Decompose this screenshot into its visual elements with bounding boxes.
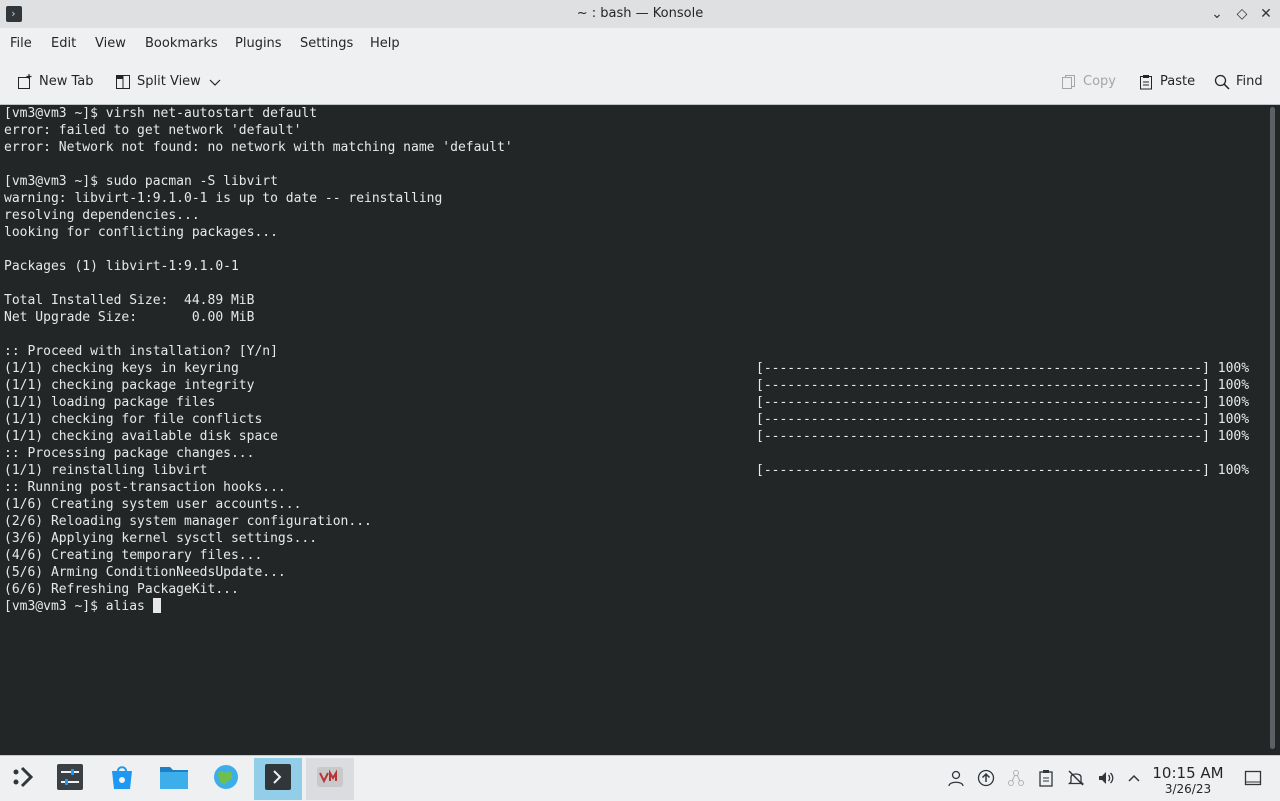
volume-icon[interactable] [1096, 768, 1116, 788]
show-desktop-icon[interactable] [1243, 768, 1263, 788]
close-button[interactable]: ✕ [1256, 4, 1276, 24]
progress-bar: [---------------------------------------… [756, 463, 1250, 478]
terminal-line: (1/1) checking available disk space [----… [4, 429, 1250, 444]
terminal-scrollbar[interactable] [1266, 105, 1280, 755]
text-cursor [152, 598, 161, 613]
virtual-machine-manager-task[interactable] [306, 758, 354, 800]
menu-help[interactable]: Help [370, 36, 400, 51]
find-button[interactable]: Find [1214, 72, 1263, 92]
terminal-line: (1/1) checking keys in keyring [---------… [4, 361, 1250, 376]
scrollbar-thumb[interactable] [1270, 107, 1275, 749]
progress-bar: [---------------------------------------… [756, 429, 1250, 444]
clock-time: 10:15 AM [1152, 764, 1224, 782]
maximize-button[interactable]: ◇ [1232, 4, 1252, 24]
konsole-task[interactable] [254, 758, 302, 800]
discover-task[interactable] [98, 758, 146, 800]
update-notifier-icon[interactable] [976, 768, 996, 788]
terminal-line: Net Upgrade Size: 0.00 MiB [4, 310, 255, 325]
terminal-line: [vm3@vm3 ~]$ sudo pacman -S libvirt [4, 174, 278, 189]
menu-settings[interactable]: Settings [300, 36, 353, 51]
shopping-bag-icon [108, 763, 136, 795]
terminal-line: error: failed to get network 'default' [4, 123, 302, 138]
terminal-icon [264, 763, 292, 795]
split-view-button[interactable]: Split View [115, 72, 223, 92]
terminal-line: (2/6) Reloading system manager configura… [4, 514, 372, 529]
terminal-line: (1/1) loading package files [------------… [4, 395, 1250, 410]
notifications-muted-icon[interactable] [1066, 768, 1086, 788]
clock-date: 3/26/23 [1164, 782, 1212, 796]
user-icon[interactable] [946, 768, 966, 788]
split-view-icon [115, 74, 131, 90]
terminal-line: error: Network not found: no network wit… [4, 140, 513, 155]
copy-label: Copy [1083, 74, 1116, 89]
digital-clock[interactable]: 10:15 AM 3/26/23 [1152, 764, 1224, 796]
window-title: ~ : bash — Konsole [576, 6, 704, 21]
network-disconnected-icon[interactable] [1006, 768, 1026, 788]
toolbar: New Tab Split View Copy Paste Find [0, 60, 1280, 105]
folder-icon [159, 763, 189, 795]
clipboard-icon[interactable] [1036, 768, 1056, 788]
terminal-line: [vm3@vm3 ~]$ virsh net-autostart default [4, 106, 318, 121]
terminal-output[interactable]: [vm3@vm3 ~]$ virsh net-autostart default… [0, 105, 1266, 755]
terminal-line: (1/1) reinstalling libvirt [-------------… [4, 463, 1250, 478]
chevron-up-icon[interactable] [1124, 768, 1144, 788]
terminal-line: (1/6) Creating system user accounts... [4, 497, 302, 512]
terminal-line: (6/6) Refreshing PackageKit... [4, 582, 239, 597]
paste-label: Paste [1160, 74, 1196, 89]
terminal-line: (5/6) Arming ConditionNeedsUpdate... [4, 565, 286, 580]
terminal-line: (4/6) Creating temporary files... [4, 548, 263, 563]
menu-plugins[interactable]: Plugins [235, 36, 282, 51]
terminal-line: looking for conflicting packages... [4, 225, 278, 240]
terminal-line: Packages (1) libvirt-1:9.1.0-1 [4, 259, 239, 274]
window-titlebar[interactable]: › ~ : bash — Konsole ⌄ ◇ ✕ [0, 0, 1280, 28]
copy-icon [1061, 74, 1077, 90]
progress-bar: [---------------------------------------… [756, 395, 1250, 410]
menu-file[interactable]: File [10, 36, 32, 51]
split-view-label: Split View [137, 74, 201, 89]
new-tab-icon [17, 74, 33, 90]
menu-view[interactable]: View [95, 36, 126, 51]
taskbar: 10:15 AM 3/26/23 [0, 755, 1280, 801]
terminal-line: resolving dependencies... [4, 208, 200, 223]
find-label: Find [1236, 74, 1263, 89]
terminal-line: (1/1) checking package integrity [-------… [4, 378, 1250, 393]
menubar: File Edit View Bookmarks Plugins Setting… [0, 28, 1280, 60]
chevron-down-icon[interactable] [207, 74, 223, 90]
web-browser-task[interactable] [202, 758, 250, 800]
minimize-button[interactable]: ⌄ [1207, 4, 1227, 24]
terminal-line: (1/1) checking for file conflicts [------… [4, 412, 1250, 427]
menu-bookmarks[interactable]: Bookmarks [145, 36, 218, 51]
terminal-line: Total Installed Size: 44.89 MiB [4, 293, 255, 308]
terminal-line: :: Running post-transaction hooks... [4, 480, 286, 495]
globe-icon [212, 763, 240, 795]
virt-manager-icon [316, 763, 344, 795]
new-tab-label: New Tab [39, 74, 94, 89]
new-tab-button[interactable]: New Tab [17, 72, 94, 92]
progress-bar: [---------------------------------------… [756, 412, 1250, 427]
settings-sliders-icon [56, 763, 84, 795]
terminal-line: warning: libvirt-1:9.1.0-1 is up to date… [4, 191, 443, 206]
terminal-line: :: Processing package changes... [4, 446, 255, 461]
terminal-line: (3/6) Applying kernel sysctl settings... [4, 531, 318, 546]
paste-button[interactable]: Paste [1138, 72, 1195, 92]
terminal-line: :: Proceed with installation? [Y/n] [4, 344, 278, 359]
app-launcher-button[interactable] [0, 758, 48, 800]
progress-bar: [---------------------------------------… [756, 361, 1250, 376]
search-icon [1214, 74, 1230, 90]
menu-edit[interactable]: Edit [51, 36, 76, 51]
system-settings-task[interactable] [46, 758, 94, 800]
paste-icon [1138, 74, 1154, 90]
progress-bar: [---------------------------------------… [756, 378, 1250, 393]
app-launcher-icon [11, 764, 37, 794]
copy-button[interactable]: Copy [1061, 72, 1116, 92]
dolphin-file-manager-task[interactable] [150, 758, 198, 800]
terminal-prompt-line[interactable]: [vm3@vm3 ~]$ alias [4, 598, 1266, 615]
